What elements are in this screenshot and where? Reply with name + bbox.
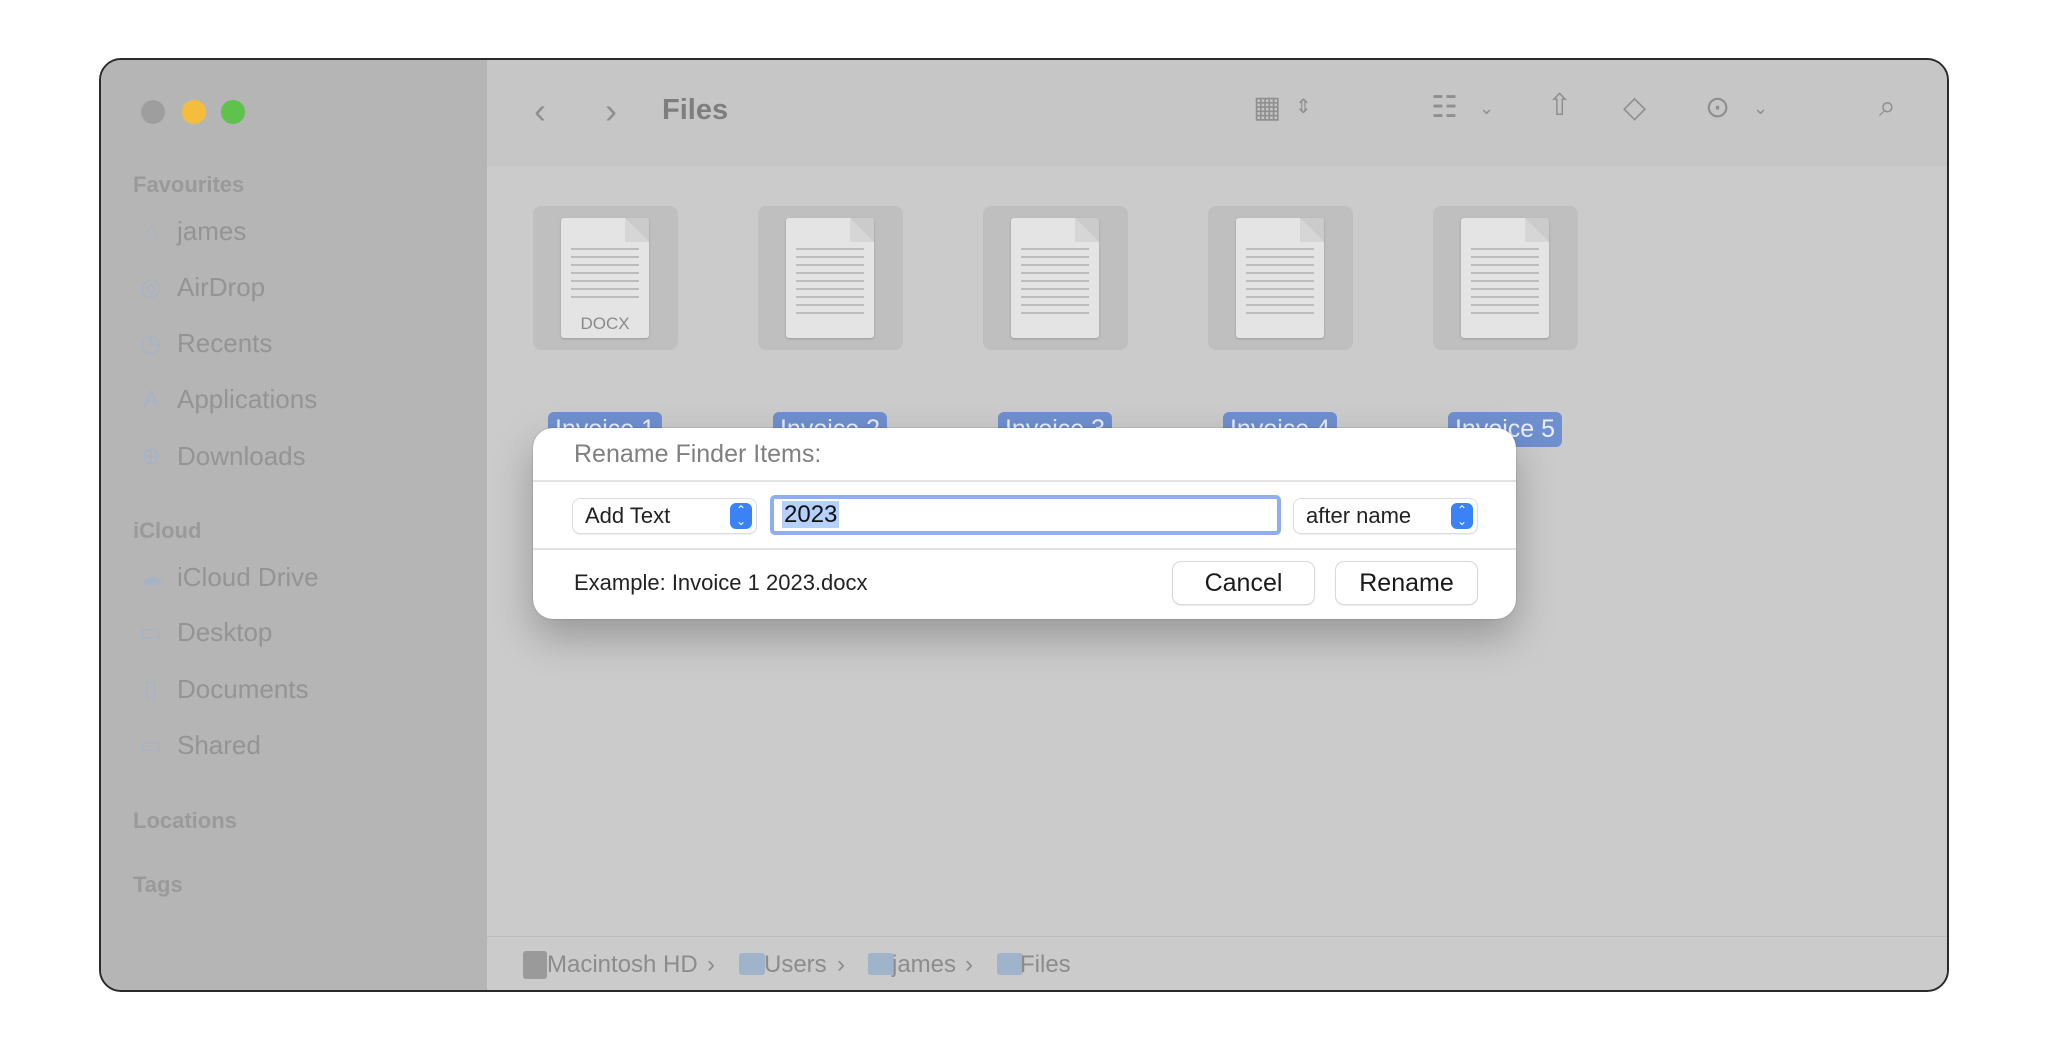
back-icon[interactable]: ‹ (534, 90, 546, 132)
chevron-down-icon[interactable]: ⌄ (1479, 98, 1494, 119)
mode-select-value: Add Text (585, 503, 671, 528)
hard-drive-icon (523, 951, 547, 979)
section-tags[interactable]: Tags (133, 872, 183, 898)
desktop-icon: ▭ (139, 619, 163, 646)
chevron-right-icon: › (837, 951, 845, 978)
sidebar-item-label: Applications (177, 384, 318, 414)
folder-icon (739, 953, 765, 975)
path-item[interactable]: Files (1020, 951, 1071, 979)
rename-button[interactable]: Rename (1336, 562, 1477, 604)
zoom-button[interactable] (221, 100, 245, 124)
sidebar-item-label: Shared (177, 730, 261, 760)
section-icloud: iCloud (133, 518, 202, 543)
document-icon: ▯ (144, 676, 158, 703)
path-item[interactable]: james (892, 951, 956, 979)
text-input-value: 2023 (782, 501, 840, 528)
position-select-value: after name (1306, 503, 1412, 528)
file-type-label: DOCX (580, 314, 630, 333)
minimize-button[interactable] (182, 100, 206, 124)
file-icon[interactable] (1433, 206, 1578, 350)
updown-chevron-icon: ⌃ ⌄ (1451, 503, 1473, 529)
sidebar-item-airdrop[interactable]: ◎ AirDrop (137, 272, 266, 303)
chevron-right-icon: › (965, 951, 973, 978)
sidebar-item-label: iCloud Drive (177, 562, 319, 592)
sidebar: Favourites ⌂ james ◎ AirDrop ◷ Recents A App… (101, 60, 487, 990)
house-icon: ⌂ (143, 217, 159, 245)
rename-dialog: Rename Finder Items: Add Text ⌃ ⌄ 2023 aft… (533, 428, 1516, 619)
grid-view-icon[interactable]: ▦ (1253, 90, 1281, 125)
sidebar-item-downloads[interactable]: ⊕ Downloads (137, 441, 306, 472)
section-favourites: Favourites (133, 172, 245, 197)
divider (533, 480, 1516, 482)
path-item[interactable]: Macintosh HD (547, 951, 698, 979)
mode-select[interactable]: Add Text ⌃ ⌄ (573, 499, 756, 533)
window-title: Files (662, 94, 729, 126)
file-icon[interactable] (1208, 206, 1353, 350)
sidebar-item-label: Documents (177, 674, 309, 704)
cloud-icon: ☁ (139, 564, 163, 591)
path-item[interactable]: Users (764, 951, 827, 979)
search-icon[interactable]: ⌕ (1879, 90, 1896, 124)
updown-chevron-icon: ⌃ ⌄ (730, 503, 752, 529)
sidebar-item-label: Downloads (177, 441, 306, 471)
position-select[interactable]: after name ⌃ ⌄ (1294, 499, 1477, 533)
folder-icon (868, 953, 894, 975)
dialog-title: Rename Finder Items: (574, 440, 822, 468)
chevron-right-icon: › (707, 951, 715, 978)
divider (533, 548, 1516, 550)
cancel-button[interactable]: Cancel (1173, 562, 1314, 604)
chevron-down-icon[interactable]: ⌄ (1753, 98, 1768, 119)
updown-chevron-icon[interactable]: ⇕ (1295, 94, 1312, 119)
applications-icon: A (142, 385, 159, 413)
close-button[interactable] (141, 100, 165, 124)
path-bar: Macintosh HD › Users › james › Files (487, 936, 1947, 990)
share-icon[interactable]: ⇧ (1547, 88, 1572, 123)
sidebar-item-james[interactable]: ⌂ james (137, 216, 247, 247)
text-input[interactable]: 2023 (770, 495, 1281, 535)
sidebar-item-icloud-drive[interactable]: ☁ iCloud Drive (137, 562, 319, 593)
forward-icon[interactable]: › (605, 90, 617, 132)
sidebar-item-shared[interactable]: ▭ Shared (137, 730, 261, 761)
sidebar-item-documents[interactable]: ▯ Documents (137, 674, 309, 705)
tag-icon[interactable]: ◇ (1623, 90, 1646, 125)
sidebar-item-label: AirDrop (177, 272, 266, 302)
airdrop-icon: ◎ (140, 274, 162, 301)
sidebar-item-desktop[interactable]: ▭ Desktop (137, 617, 273, 648)
more-icon[interactable]: ⊙ (1705, 90, 1730, 125)
file-icon[interactable] (758, 206, 903, 350)
group-icon[interactable]: ☷ (1431, 90, 1458, 125)
sidebar-item-applications[interactable]: A Applications (137, 384, 317, 415)
download-icon: ⊕ (140, 443, 162, 470)
clock-icon: ◷ (140, 330, 162, 357)
file-icon[interactable]: DOCX (533, 206, 678, 350)
sidebar-item-recents[interactable]: ◷ Recents (137, 328, 273, 359)
toolbar: ‹ › Files ▦ ⇕ ☷ ⌄ ⇧ ◇ ⊙ ⌄ ⌕ (487, 60, 1947, 166)
sidebar-item-label: Desktop (177, 617, 273, 647)
sidebar-item-label: Recents (177, 328, 273, 358)
shared-folder-icon: ▭ (139, 732, 163, 759)
section-locations[interactable]: Locations (133, 808, 237, 834)
file-icon[interactable] (983, 206, 1128, 350)
example-text: Example: Invoice 1 2023.docx (574, 570, 868, 595)
sidebar-item-label: james (177, 216, 247, 246)
